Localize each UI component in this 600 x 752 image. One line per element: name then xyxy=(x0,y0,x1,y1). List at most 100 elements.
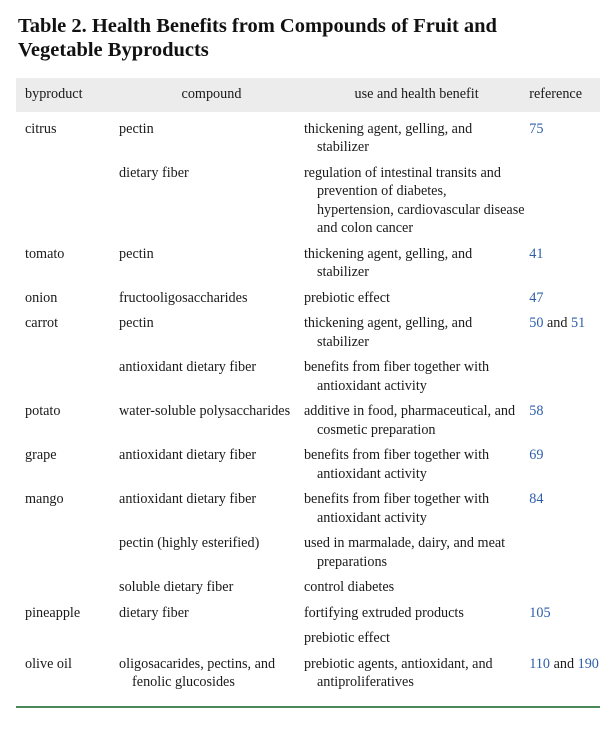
reference-link[interactable]: 69 xyxy=(529,447,543,463)
column-header-benefit: use and health benefit xyxy=(354,86,479,102)
cell-compound: fructooligosaccharides xyxy=(119,282,304,308)
byproduct-text: olive oil xyxy=(25,655,72,672)
reference-separator: and xyxy=(550,655,578,672)
cell-benefit: benefits from fiber together with antiox… xyxy=(304,483,529,527)
compound-text: antioxidant dietary fiber xyxy=(119,359,257,375)
byproduct-text: potato xyxy=(25,403,61,419)
cell-benefit: prebiotic agents, antioxidant, and antip… xyxy=(304,648,529,692)
reference-list: 47 xyxy=(529,289,600,308)
cell-benefit: prebiotic effect xyxy=(304,622,529,648)
column-header-byproduct: byproduct xyxy=(25,86,83,102)
cell-reference: 75 xyxy=(529,112,600,157)
cell-benefit: thickening agent, gelling, and stabilize… xyxy=(304,112,529,157)
benefit-text: prebiotic effect xyxy=(303,289,390,306)
cell-reference xyxy=(529,157,600,238)
reference-list: 50 and 51 xyxy=(529,314,600,333)
table-row: carrot pectin thickening agent, gelling, a… xyxy=(16,307,600,351)
benefit-text: thickening agent, gelling, and stabilize… xyxy=(303,120,473,156)
benefit-text: fortifying extruded products xyxy=(303,604,464,621)
cell-byproduct xyxy=(16,157,119,238)
byproduct-text: mango xyxy=(25,491,64,507)
cell-benefit: regulation of intestinal transits and pr… xyxy=(304,157,529,238)
cell-reference: 105 xyxy=(529,597,600,623)
table-body: citrus pectin thickening agent, gelling, a… xyxy=(16,112,600,692)
table-row: olive oil oligosacarides, pectins, and fe… xyxy=(16,648,600,692)
table-header-row: byproduct compound use and health benefi… xyxy=(16,78,600,112)
cell-compound: dietary fiber xyxy=(119,597,304,623)
reference-link[interactable]: 190 xyxy=(578,656,599,672)
benefit-text: thickening agent, gelling, and stabilize… xyxy=(303,245,473,281)
byproduct-text: grape xyxy=(25,447,57,463)
byproduct-text: carrot xyxy=(25,315,59,331)
table-container: Table 2. Health Benefits from Compounds … xyxy=(0,0,600,708)
cell-benefit: thickening agent, gelling, and stabilize… xyxy=(304,238,529,282)
compound-text: pectin xyxy=(119,315,154,331)
benefit-text: benefits from fiber together with antiox… xyxy=(303,359,490,394)
table-row: potato water-soluble polysaccharides addit… xyxy=(16,395,600,439)
table-row: antioxidant dietary fiber benefits from f… xyxy=(16,351,600,395)
compound-text: antioxidant dietary fiber xyxy=(119,491,257,507)
byproduct-text: pineapple xyxy=(25,604,81,621)
reference-list: 41 xyxy=(529,245,600,264)
benefit-text: benefits from fiber together with antiox… xyxy=(303,491,490,526)
compound-text: pectin xyxy=(119,245,154,262)
compound-text: soluble dietary fiber xyxy=(119,579,234,595)
compound-text: pectin xyxy=(119,120,154,137)
table-row: tomato pectin thickening agent, gelling, a… xyxy=(16,238,600,282)
benefit-text: additive in food, pharmaceutical, and co… xyxy=(303,403,516,438)
cell-reference: 58 xyxy=(529,395,600,439)
cell-benefit: used in marmalade, dairy, and meat prepa… xyxy=(304,527,529,571)
cell-reference: 84 xyxy=(529,483,600,527)
cell-byproduct: potato xyxy=(16,395,119,439)
table-row: onion fructooligosaccharides prebiotic eff… xyxy=(16,282,600,308)
reference-link[interactable]: 84 xyxy=(529,491,543,507)
cell-benefit: control diabetes xyxy=(304,571,529,597)
cell-reference xyxy=(529,527,600,571)
table-row: dietary fiber regulation of intestinal tr… xyxy=(16,157,600,238)
health-benefits-table: byproduct compound use and health benefi… xyxy=(16,78,600,692)
cell-benefit: thickening agent, gelling, and stabilize… xyxy=(304,307,529,351)
cell-compound: oligosacarides, pectins, and fenolic glu… xyxy=(119,648,304,692)
cell-benefit: additive in food, pharmaceutical, and co… xyxy=(304,395,529,439)
benefit-text: prebiotic agents, antioxidant, and antip… xyxy=(303,655,493,691)
column-header-compound: compound xyxy=(181,86,242,102)
reference-link[interactable]: 41 xyxy=(529,246,543,262)
compound-text: fructooligosaccharides xyxy=(119,289,248,306)
cell-benefit: prebiotic effect xyxy=(304,282,529,308)
cell-byproduct: onion xyxy=(16,282,119,308)
cell-byproduct: citrus xyxy=(16,112,119,157)
reference-link[interactable]: 50 xyxy=(529,315,543,331)
benefit-text: benefits from fiber together with antiox… xyxy=(303,447,490,482)
reference-link[interactable]: 47 xyxy=(529,290,543,306)
reference-link[interactable]: 75 xyxy=(529,121,543,137)
compound-text: dietary fiber xyxy=(119,164,189,181)
byproduct-text: tomato xyxy=(25,245,65,262)
column-header-reference: reference xyxy=(529,86,583,102)
compound-text: oligosacarides, pectins, and fenolic glu… xyxy=(119,655,276,691)
compound-text: antioxidant dietary fiber xyxy=(119,447,257,463)
table-caption: Table 2. Health Benefits from Compounds … xyxy=(18,15,497,61)
cell-byproduct: pineapple xyxy=(16,597,119,623)
cell-byproduct: tomato xyxy=(16,238,119,282)
cell-byproduct xyxy=(16,351,119,395)
benefit-text: regulation of intestinal transits and pr… xyxy=(303,164,525,237)
reference-link[interactable]: 105 xyxy=(529,605,550,621)
cell-benefit: benefits from fiber together with antiox… xyxy=(304,439,529,483)
cell-byproduct xyxy=(16,571,119,597)
table-row: prebiotic effect xyxy=(16,622,600,648)
reference-link[interactable]: 51 xyxy=(571,315,585,331)
cell-byproduct xyxy=(16,622,119,648)
reference-link[interactable]: 58 xyxy=(529,403,543,419)
table-row: soluble dietary fiber control diabetes xyxy=(16,571,600,597)
cell-compound: dietary fiber xyxy=(119,157,304,238)
reference-link[interactable]: 110 xyxy=(529,656,550,672)
reference-list: 58 xyxy=(529,402,600,421)
cell-reference xyxy=(529,622,600,648)
reference-list: 105 xyxy=(529,604,600,623)
cell-compound: pectin (highly esterified) xyxy=(119,527,304,571)
cell-reference: 41 xyxy=(529,238,600,282)
cell-compound: antioxidant dietary fiber xyxy=(119,483,304,527)
cell-compound: soluble dietary fiber xyxy=(119,571,304,597)
cell-byproduct xyxy=(16,527,119,571)
cell-compound: pectin xyxy=(119,307,304,351)
